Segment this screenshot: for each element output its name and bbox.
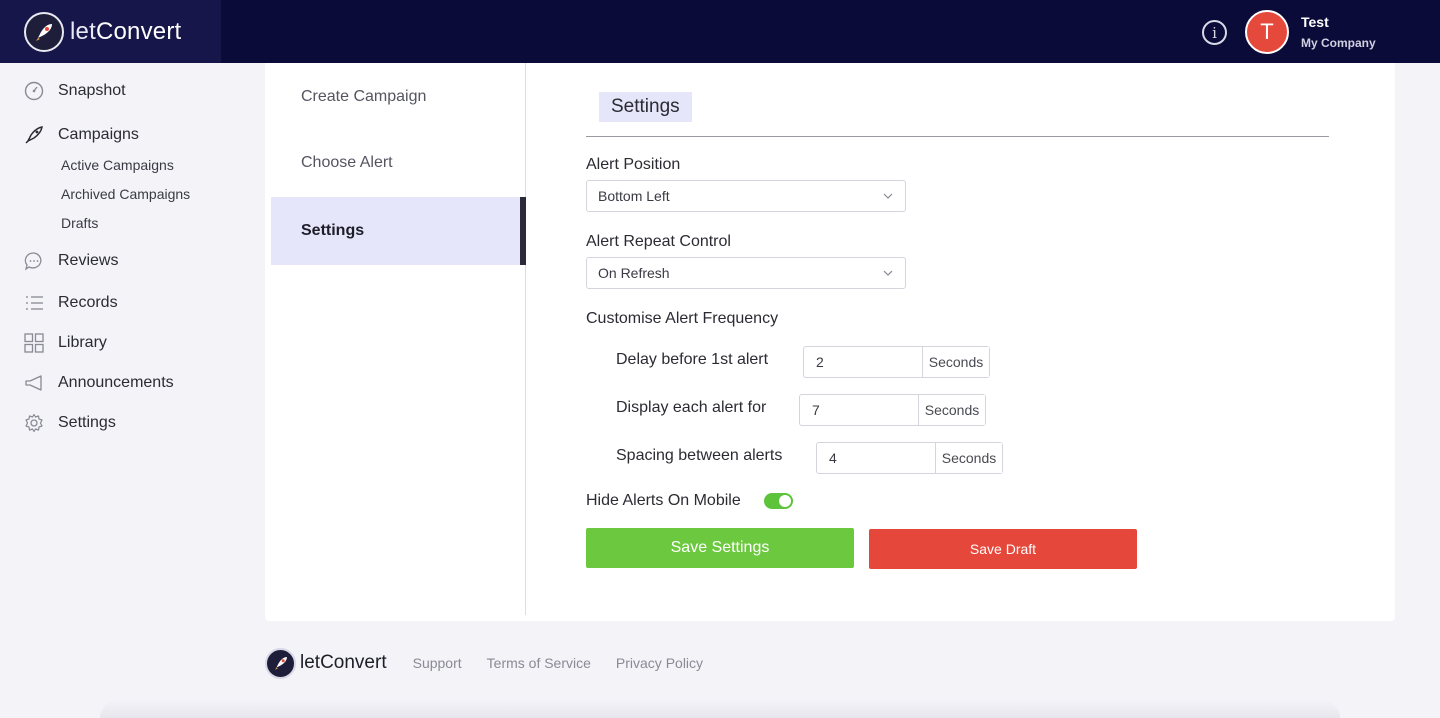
brand-name: letConvert bbox=[70, 17, 182, 45]
spacing-input-group: 4 Seconds bbox=[816, 442, 1003, 474]
display-duration-label: Display each alert for bbox=[616, 399, 767, 416]
page-bottom-edge bbox=[100, 700, 1340, 718]
chevron-down-icon bbox=[883, 270, 893, 276]
rocket-icon bbox=[24, 125, 44, 145]
rocket-logo-icon bbox=[24, 11, 64, 52]
save-settings-button[interactable]: Save Settings bbox=[586, 528, 854, 568]
panel-title: Settings bbox=[599, 92, 692, 122]
rocket-logo-icon bbox=[265, 647, 296, 679]
alert-position-value: Bottom Left bbox=[598, 188, 670, 204]
speedometer-icon bbox=[24, 81, 44, 101]
delay-input[interactable]: 2 bbox=[804, 347, 923, 377]
sidebar-item-library[interactable]: Library bbox=[24, 333, 107, 353]
chat-bubble-icon bbox=[24, 251, 44, 271]
alert-position-select[interactable]: Bottom Left bbox=[586, 180, 906, 212]
campaign-settings-card: Create Campaign Choose Alert Settings Se… bbox=[265, 63, 1395, 621]
sidebar-item-label: Settings bbox=[58, 414, 116, 431]
delay-unit: Seconds bbox=[923, 347, 989, 377]
sidebar-item-label: Reviews bbox=[58, 252, 119, 269]
brand-logo[interactable]: letConvert bbox=[0, 0, 221, 63]
alert-position-label: Alert Position bbox=[586, 156, 681, 173]
alert-repeat-label: Alert Repeat Control bbox=[586, 233, 731, 250]
user-company: My Company bbox=[1301, 36, 1376, 50]
delay-label: Delay before 1st alert bbox=[616, 351, 769, 368]
avatar[interactable]: T bbox=[1245, 10, 1289, 54]
frequency-label: Customise Alert Frequency bbox=[586, 310, 779, 327]
sidebar-subitem-drafts[interactable]: Drafts bbox=[61, 215, 98, 231]
sidebar-item-campaigns[interactable]: Campaigns bbox=[24, 125, 139, 145]
alert-repeat-value: On Refresh bbox=[598, 265, 670, 281]
footer-link-terms[interactable]: Terms of Service bbox=[487, 655, 591, 671]
step-create-campaign[interactable]: Create Campaign bbox=[271, 63, 526, 131]
save-draft-button[interactable]: Save Draft bbox=[869, 529, 1137, 569]
top-bar: letConvert i T Test My Company bbox=[0, 0, 1440, 63]
info-icon[interactable]: i bbox=[1202, 20, 1227, 45]
step-settings[interactable]: Settings bbox=[271, 197, 526, 265]
delay-input-group: 2 Seconds bbox=[803, 346, 990, 378]
hide-mobile-label: Hide Alerts On Mobile bbox=[586, 492, 741, 509]
display-duration-unit: Seconds bbox=[919, 395, 985, 425]
sidebar-item-label: Records bbox=[58, 294, 118, 311]
user-name[interactable]: Test bbox=[1301, 14, 1329, 30]
footer-link-support[interactable]: Support bbox=[413, 655, 462, 671]
sidebar: Snapshot Campaigns Active Campaigns Arch… bbox=[0, 63, 265, 718]
spacing-label: Spacing between alerts bbox=[616, 447, 783, 464]
campaign-steps-nav: Create Campaign Choose Alert Settings bbox=[265, 63, 526, 615]
toggle-knob bbox=[779, 495, 791, 507]
sidebar-item-reviews[interactable]: Reviews bbox=[24, 251, 118, 271]
step-choose-alert[interactable]: Choose Alert bbox=[271, 129, 526, 197]
megaphone-icon bbox=[24, 373, 44, 393]
sidebar-item-label: Announcements bbox=[58, 374, 174, 391]
sidebar-item-settings[interactable]: Settings bbox=[24, 413, 116, 433]
list-icon bbox=[24, 293, 44, 313]
sidebar-item-records[interactable]: Records bbox=[24, 293, 118, 313]
display-duration-input-group: 7 Seconds bbox=[799, 394, 986, 426]
sidebar-item-snapshot[interactable]: Snapshot bbox=[24, 81, 126, 101]
grid-icon bbox=[24, 333, 44, 353]
chevron-down-icon bbox=[883, 193, 893, 199]
spacing-unit: Seconds bbox=[936, 443, 1002, 473]
divider bbox=[586, 136, 1329, 137]
sidebar-item-announcements[interactable]: Announcements bbox=[24, 373, 174, 393]
hide-mobile-toggle[interactable] bbox=[764, 493, 793, 509]
alert-repeat-select[interactable]: On Refresh bbox=[586, 257, 906, 289]
sidebar-item-label: Campaigns bbox=[58, 126, 139, 143]
footer: letConvert Support Terms of Service Priv… bbox=[265, 647, 728, 679]
spacing-input[interactable]: 4 bbox=[817, 443, 936, 473]
sidebar-subitem-archived-campaigns[interactable]: Archived Campaigns bbox=[61, 186, 190, 202]
gear-icon bbox=[24, 413, 44, 433]
footer-brand-name[interactable]: letConvert bbox=[300, 652, 387, 674]
footer-link-privacy[interactable]: Privacy Policy bbox=[616, 655, 703, 671]
sidebar-item-label: Library bbox=[58, 334, 107, 351]
sidebar-item-label: Snapshot bbox=[58, 82, 126, 99]
sidebar-subitem-active-campaigns[interactable]: Active Campaigns bbox=[61, 157, 174, 173]
display-duration-input[interactable]: 7 bbox=[800, 395, 919, 425]
